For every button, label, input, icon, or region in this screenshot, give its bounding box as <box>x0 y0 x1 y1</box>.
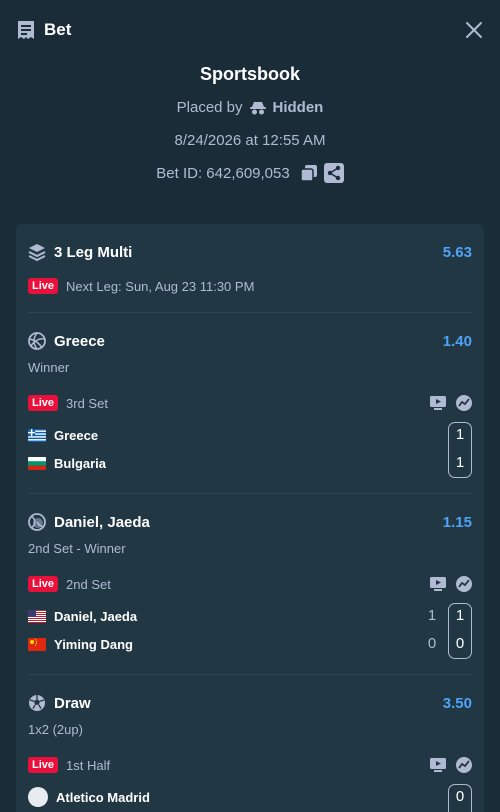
team-score: 0 <box>455 788 465 805</box>
team-name: Bulgaria <box>54 455 107 471</box>
team-name: Atletico Madrid <box>56 789 150 805</box>
bet-card: 3 Leg Multi 5.63 Live Next Leg: Sun, Aug… <box>16 224 484 812</box>
sportsbook-label: Sportsbook <box>199 64 300 84</box>
next-leg-text: Next Leg: Sun, Aug 23 11:30 PM <box>66 278 255 294</box>
team-row: Daniel, Jaeda <box>28 605 472 627</box>
copy-icon[interactable] <box>299 164 318 182</box>
divider <box>28 312 472 313</box>
team-name: Yiming Dang <box>54 636 133 652</box>
leg-market-row: 2nd Set - Winner <box>28 537 472 559</box>
modal-header: Bet <box>0 0 500 60</box>
divider <box>28 674 472 675</box>
team-name: Greece <box>54 427 99 443</box>
live-badge: Live <box>28 278 59 294</box>
team-score: 1 <box>455 454 465 471</box>
soccer-ball-icon <box>29 695 45 711</box>
leg-status-row: Live 3rd Set <box>28 392 472 414</box>
leg-header: Daniel, Jaeda 1.15 <box>28 511 472 533</box>
stats-icon[interactable] <box>456 395 472 411</box>
flag-usa-icon <box>28 609 46 623</box>
multi-title: 3 Leg Multi <box>54 243 133 261</box>
ticket-icon <box>18 21 34 39</box>
leg-odds: 3.50 <box>442 694 472 712</box>
leg-status: 1st Half <box>66 757 111 773</box>
leg-selection: Draw <box>54 694 91 712</box>
multi-odds: 5.63 <box>442 243 472 261</box>
leg-header: Greece 1.40 <box>28 330 472 352</box>
bet-id: Bet ID: 642,609,053 <box>156 164 290 182</box>
leg-status-row: Live 2nd Set <box>28 573 472 595</box>
team-score: 1 <box>455 607 465 624</box>
leg-status: 2nd Set <box>66 576 111 592</box>
next-leg-row: Live Next Leg: Sun, Aug 23 11:30 PM <box>28 275 472 297</box>
leg-header: Draw 3.50 <box>28 692 472 714</box>
tv-icon[interactable] <box>430 396 446 410</box>
flag-bulgaria-icon <box>28 456 46 470</box>
tv-icon[interactable] <box>430 577 446 591</box>
placed-by: Placed by Hidden <box>0 99 500 116</box>
stats-icon[interactable] <box>456 576 472 592</box>
close-icon[interactable] <box>464 20 484 40</box>
leg-market: 2nd Set - Winner <box>28 540 126 556</box>
layers-icon <box>28 244 46 261</box>
set-score: 1 <box>427 607 437 624</box>
tv-icon[interactable] <box>430 758 446 772</box>
divider <box>28 493 472 494</box>
placed-by-name: Hidden <box>272 99 324 116</box>
team-crest-icon <box>28 787 48 807</box>
live-badge: Live <box>28 757 59 773</box>
team-row: Atletico Madrid <box>28 786 472 808</box>
flag-greece-icon <box>28 428 46 442</box>
volleyball-icon <box>28 332 46 350</box>
leg-market-row: Winner <box>28 356 472 378</box>
team-name: Daniel, Jaeda <box>54 608 138 624</box>
bet-datetime: 8/24/2026 at 12:55 AM <box>174 132 326 149</box>
leg-selection: Greece <box>54 332 105 350</box>
leg-status-row: Live 1st Half <box>28 754 472 776</box>
stats-icon[interactable] <box>456 757 472 773</box>
incognito-icon <box>249 101 266 114</box>
leg-market: Winner <box>28 359 70 375</box>
leg-odds: 1.40 <box>442 332 472 350</box>
modal-title: Bet <box>44 20 72 39</box>
leg-odds: 1.15 <box>442 513 472 531</box>
share-icon[interactable] <box>323 163 344 183</box>
flag-china-icon <box>28 637 46 651</box>
team-score: 1 <box>455 426 465 443</box>
leg-status: 3rd Set <box>66 395 108 411</box>
set-score: 0 <box>427 635 437 652</box>
leg-market: 1x2 (2up) <box>28 721 83 737</box>
live-badge: Live <box>28 576 59 592</box>
team-row: Yiming Dang <box>28 633 472 655</box>
placed-by-prefix: Placed by <box>176 99 243 116</box>
team-row: Greece <box>28 424 472 446</box>
leg-selection: Daniel, Jaeda <box>54 513 150 531</box>
leg-market-row: 1x2 (2up) <box>28 718 472 740</box>
live-badge: Live <box>28 395 59 411</box>
multi-header: 3 Leg Multi 5.63 <box>28 241 472 263</box>
tennis-ball-icon <box>28 513 46 531</box>
team-score: 0 <box>455 635 465 652</box>
team-row: Bulgaria <box>28 452 472 474</box>
bet-id-row: Bet ID: 642,609,053 <box>0 163 500 183</box>
